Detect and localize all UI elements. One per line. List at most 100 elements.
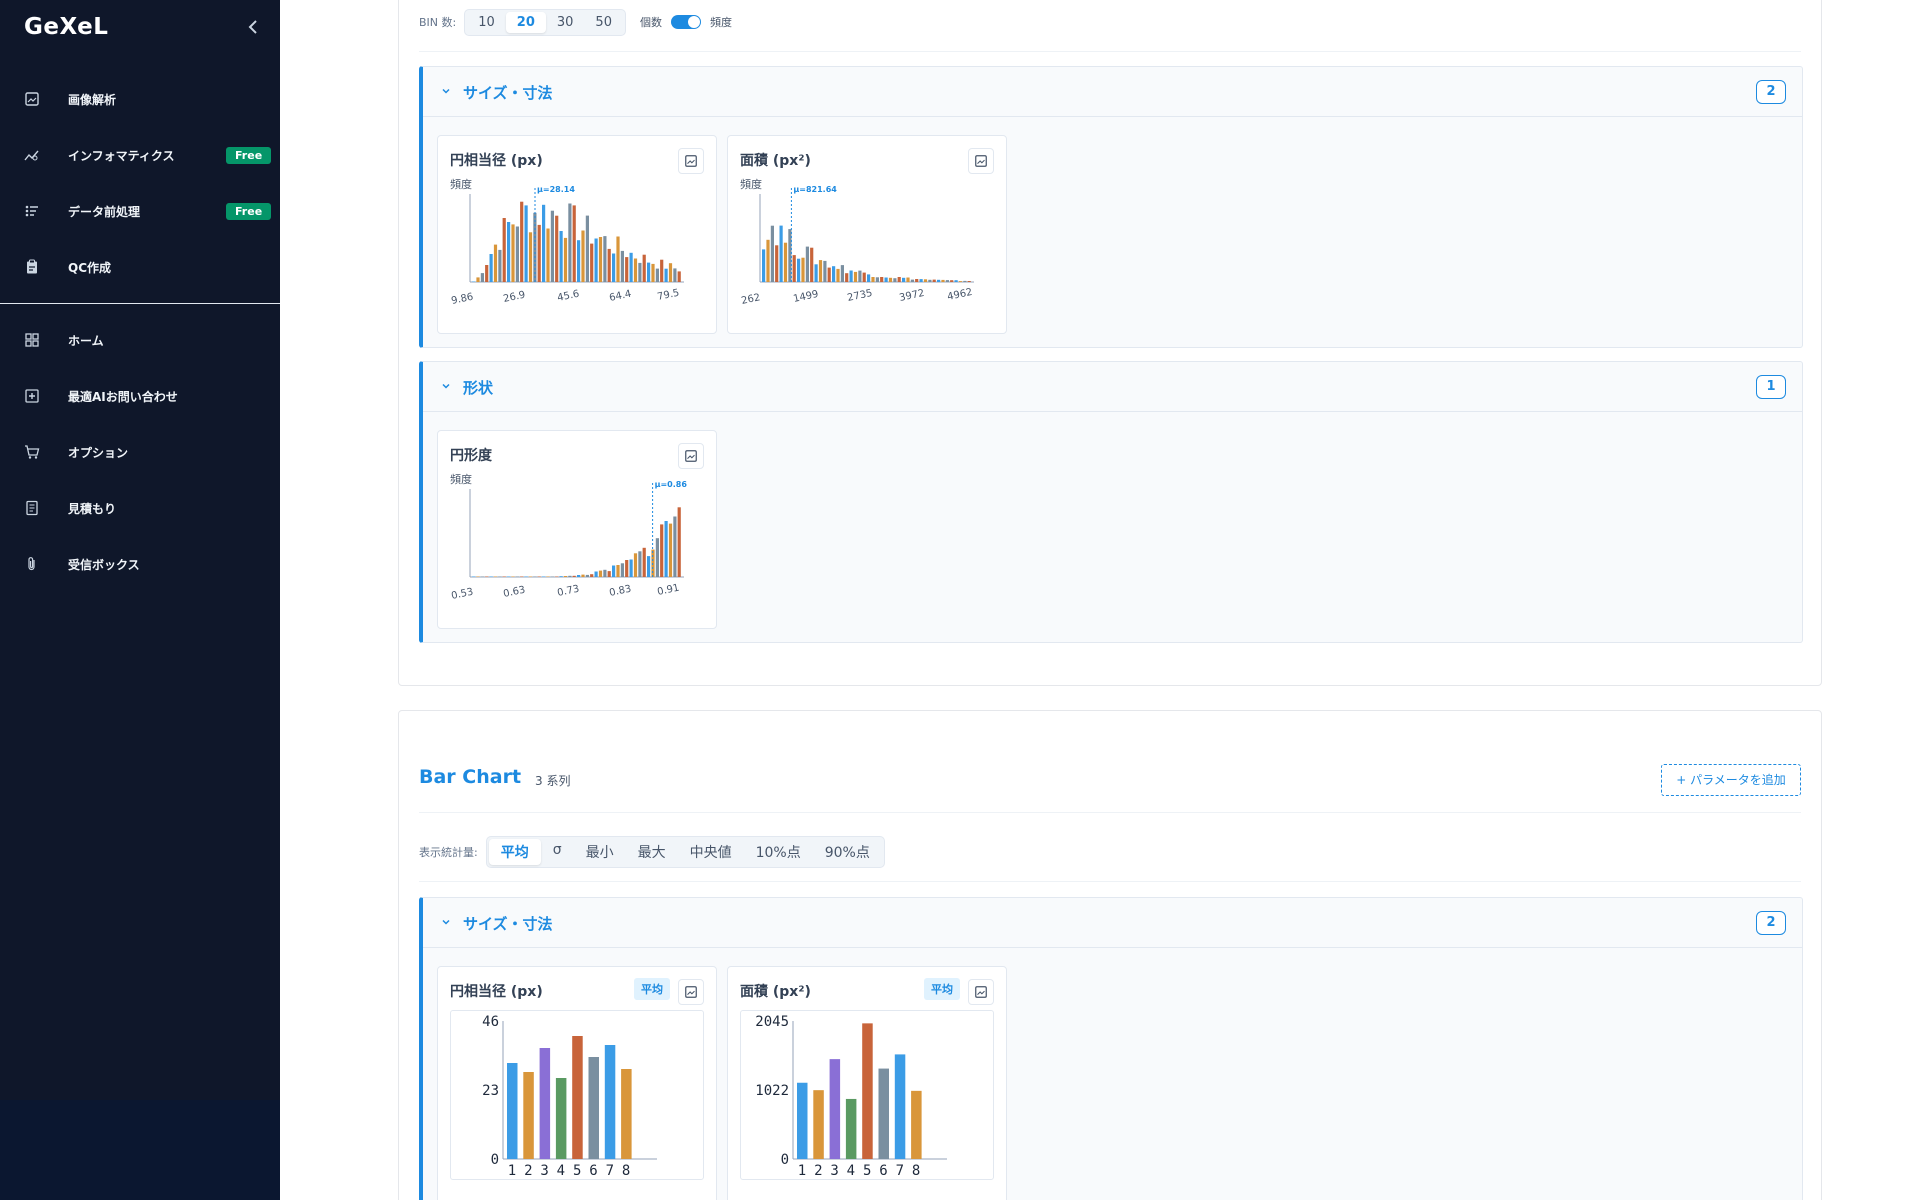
- histogram-bar: [766, 239, 770, 282]
- bin-option-50[interactable]: 50: [584, 12, 623, 33]
- histogram-bar: [770, 225, 774, 282]
- sidebar-item-inbox[interactable]: 受信ボックス: [0, 544, 280, 584]
- histogram-bar: [888, 277, 893, 282]
- x-tick-label: 7: [606, 1163, 614, 1179]
- bar-chart-frame: 0 1022 2045 1 2 3 4 5 6 7 8: [740, 1010, 994, 1180]
- histogram-bar: [823, 260, 827, 282]
- bar: [911, 1090, 922, 1159]
- histogram-bar: [480, 576, 484, 577]
- histogram-bar: [840, 265, 844, 282]
- histogram-bar: [919, 279, 923, 282]
- preprocess-icon: [25, 205, 38, 217]
- bar: [813, 1090, 824, 1159]
- histogram-bar: [893, 278, 897, 282]
- bar: [621, 1069, 632, 1159]
- histogram-bar: [612, 253, 616, 282]
- statistic-selector: 平均 σ 最小 最大 中央値 10%点 90%点: [485, 836, 885, 868]
- histogram-bar: [502, 218, 506, 282]
- sidebar-divider: [0, 303, 280, 304]
- sidebar-item-qc[interactable]: QC作成: [0, 247, 280, 287]
- frequency-toggle[interactable]: [670, 15, 701, 29]
- histogram-bar: [668, 523, 673, 577]
- histogram-bar: [568, 203, 572, 282]
- histogram-bar: [502, 576, 506, 577]
- histogram-bar: [572, 205, 576, 282]
- sidebar-item-options[interactable]: オプション: [0, 432, 280, 472]
- histogram-bar: [660, 524, 664, 577]
- histogram-chart: 頻度 μ=821.64 262 1499 2735 3972 4962: [740, 177, 974, 307]
- histogram-bar: [598, 237, 603, 282]
- image-export-button[interactable]: [968, 979, 994, 1005]
- stat-option-min[interactable]: 最小: [574, 839, 626, 865]
- stat-option-p10[interactable]: 10%点: [744, 839, 813, 865]
- sidebar-item-image-analysis[interactable]: 画像解析: [0, 79, 280, 119]
- plus-square-icon: [25, 389, 39, 403]
- histogram-bar: [472, 281, 476, 282]
- add-parameter-button[interactable]: + パラメータを追加: [1661, 764, 1801, 796]
- histogram-bar: [910, 279, 914, 282]
- section-header[interactable]: サイズ・寸法 2: [423, 67, 1802, 117]
- histogram-bar: [528, 232, 533, 282]
- section-header[interactable]: サイズ・寸法 2: [423, 898, 1802, 948]
- histogram-bar: [668, 263, 673, 282]
- image-export-button[interactable]: [678, 148, 704, 174]
- series-count: 3 系列: [535, 774, 571, 788]
- stat-badge: 平均: [634, 978, 670, 1000]
- bar: [862, 1023, 873, 1159]
- sidebar-item-ai-inquiry[interactable]: 最適AIお問い合わせ: [0, 376, 280, 416]
- bin-option-30[interactable]: 30: [546, 12, 585, 33]
- histogram-bar: [620, 563, 624, 577]
- sidebar-item-home[interactable]: ホーム: [0, 320, 280, 360]
- image-export-button[interactable]: [678, 979, 704, 1005]
- x-tick-label: 3972: [898, 288, 925, 304]
- image-export-button[interactable]: [678, 443, 704, 469]
- bin-count-selector: 10 20 30 50: [464, 8, 626, 36]
- histogram-bar: [633, 258, 638, 282]
- histogram-bar: [797, 258, 801, 282]
- clipboard-icon: [27, 259, 37, 274]
- bar-chart-panel: Bar Chart 3 系列 + パラメータを追加 表示統計量: 平均 σ 最小…: [398, 710, 1822, 1200]
- stat-badge: 平均: [924, 978, 960, 1000]
- bin-option-10[interactable]: 10: [467, 12, 506, 33]
- histogram-bar: [849, 270, 853, 282]
- histogram-bar: [950, 280, 954, 282]
- stat-option-max[interactable]: 最大: [626, 839, 678, 865]
- histogram-bar: [867, 274, 871, 282]
- bin-option-20[interactable]: 20: [505, 11, 546, 33]
- stat-option-p90[interactable]: 90%点: [813, 839, 882, 865]
- histogram-bar: [647, 262, 651, 282]
- stat-option-sigma[interactable]: σ: [541, 839, 574, 865]
- stat-option-median[interactable]: 中央値: [678, 839, 744, 865]
- histogram-bar: [906, 277, 910, 282]
- histogram-bar: [642, 254, 646, 282]
- histogram-bar: [507, 576, 511, 577]
- y-tick-label: 46: [482, 1014, 499, 1030]
- card-title: 円形度: [450, 448, 492, 464]
- x-tick-label: 2735: [846, 288, 873, 304]
- histogram-bar: [485, 265, 489, 282]
- image-export-button[interactable]: [968, 148, 994, 174]
- histogram-bar: [853, 271, 858, 282]
- stat-option-mean[interactable]: 平均: [488, 839, 541, 865]
- histogram-bar: [902, 277, 906, 282]
- histogram-bar: [897, 277, 901, 282]
- histogram-bar: [546, 228, 550, 282]
- bar: [555, 1078, 567, 1159]
- histogram-bar: [577, 575, 581, 577]
- bar: [507, 1063, 518, 1159]
- histogram-bar: [563, 576, 568, 577]
- histogram-bar: [954, 280, 958, 282]
- histogram-bar: [937, 279, 941, 282]
- x-tick-label: 45.6: [556, 289, 580, 304]
- section-size: サイズ・寸法 2 円相当径 (px) 平均 0 23 46 1 2 3 4 5 6 7 8 面積 (…: [419, 897, 1803, 1200]
- chevron-left-icon[interactable]: [244, 17, 264, 37]
- histogram-bar: [827, 267, 831, 282]
- sidebar-item-informatics[interactable]: インフォマティクス Free: [0, 135, 280, 175]
- sidebar-item-estimate[interactable]: 見積もり: [0, 488, 280, 528]
- histogram-bar: [511, 576, 515, 577]
- bar-chart: 0 1022 2045 1 2 3 4 5 6 7 8: [755, 1014, 947, 1179]
- histogram-bar: [594, 238, 598, 282]
- sidebar-item-preprocess[interactable]: データ前処理 Free: [0, 191, 280, 231]
- bar: [539, 1048, 551, 1159]
- section-header[interactable]: 形状 1: [423, 362, 1802, 412]
